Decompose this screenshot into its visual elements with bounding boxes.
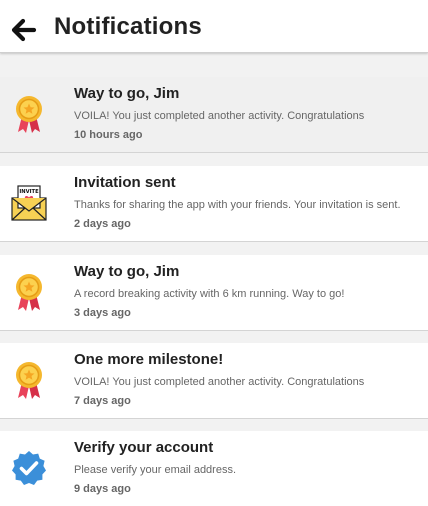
notification-message: A record breaking activity with 6 km run… <box>74 288 345 300</box>
back-button[interactable] <box>9 15 39 45</box>
notification-time: 9 days ago <box>74 483 131 495</box>
notification-item[interactable]: INVITE Invitation sent Thanks for sharin… <box>0 166 428 242</box>
notification-item[interactable]: Way to go, Jim VOILA! You just completed… <box>0 77 428 153</box>
notification-title: Way to go, Jim <box>74 263 180 280</box>
notification-item[interactable]: Verify your account Please verify your e… <box>0 431 428 506</box>
invite-envelope-icon: INVITE <box>10 184 48 222</box>
notification-title: One more milestone! <box>74 351 224 368</box>
notification-message: Thanks for sharing the app with your fri… <box>74 199 401 211</box>
notification-message: Please verify your email address. <box>74 464 237 476</box>
page-title: Notifications <box>54 13 202 40</box>
verified-badge-icon <box>10 449 48 487</box>
notification-title: Way to go, Jim <box>74 85 180 102</box>
notification-message: VOILA! You just completed another activi… <box>74 110 365 122</box>
medal-icon <box>10 273 48 311</box>
invite-label: INVITE <box>19 189 39 195</box>
notification-time: 3 days ago <box>74 307 131 319</box>
notification-time: 2 days ago <box>74 218 131 230</box>
notification-item[interactable]: One more milestone! VOILA! You just comp… <box>0 343 428 419</box>
medal-icon <box>10 361 48 399</box>
notification-time: 10 hours ago <box>74 129 143 141</box>
notification-time: 7 days ago <box>74 395 131 407</box>
notifications-screen: Notifications Way to go, Jim VOILA! You … <box>0 0 428 506</box>
header-bar: Notifications <box>0 0 428 53</box>
notification-title: Verify your account <box>74 439 214 456</box>
notification-title: Invitation sent <box>74 174 176 191</box>
medal-icon <box>10 95 48 133</box>
notification-item[interactable]: Way to go, Jim A record breaking activit… <box>0 255 428 331</box>
arrow-left-icon <box>11 18 37 42</box>
notification-message: VOILA! You just completed another activi… <box>74 376 365 388</box>
